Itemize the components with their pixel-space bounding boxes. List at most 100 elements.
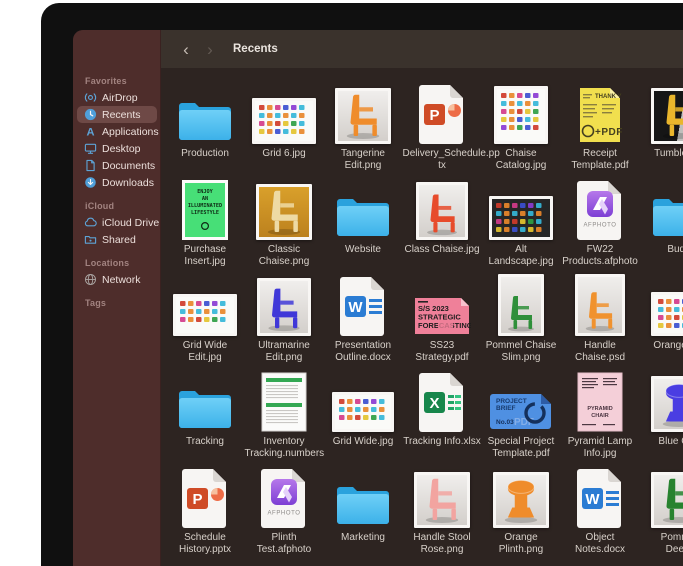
file-item-orange-hig[interactable]: Orange Hig [640,272,683,352]
back-button[interactable]: ‹ [177,41,195,58]
file-thumbnail-chair [651,464,683,528]
svg-text:P: P [192,491,202,508]
file-item-website[interactable]: Website [324,176,403,256]
file-thumbnail-chair [335,80,391,144]
sidebar-item-documents[interactable]: Documents [77,157,157,174]
file-item-marketing[interactable]: Marketing [324,464,403,544]
file-item-grid-6-jpg[interactable]: Grid 6.jpg [245,80,324,160]
file-label: Receipt Template.pdf [561,148,640,171]
sidebar-item-shared[interactable]: Shared [77,231,157,248]
file-item-budg[interactable]: Budg [640,176,683,256]
file-item-ss23-strategy-pdf[interactable]: S/S 2023 STRATEGIC FORECASTING SS23 Stra… [403,272,482,363]
forward-button[interactable]: › [201,41,219,58]
file-thumbnail-collage [332,368,394,432]
svg-text:P: P [429,107,439,124]
file-thumbnail-pinkpdf: S/S 2023 STRATEGIC FORECASTING [413,272,471,336]
file-item-classic-chaise-png[interactable]: Classic Chaise.png [245,176,324,267]
file-item-handle-stool[interactable]: Handle Stool Rose.png [403,464,482,555]
svg-text:LIFESTYLE: LIFESTYLE [191,210,219,216]
svg-text:AFPHOTO: AFPHOTO [583,223,616,229]
file-label: SS23 Strategy.pdf [403,340,482,363]
file-label: Grid Wide Edit.jpg [166,340,245,363]
shared-icon [84,233,97,246]
file-label: Delivery_Schedule.pp tx [403,148,482,171]
file-thumbnail-collage [252,80,316,144]
svg-text:BRIEF: BRIEF [496,405,516,412]
file-item-schedule-history-pptx[interactable]: P Schedule History.pptx [166,464,245,555]
file-item-purchase-insert-jpg[interactable]: ENJOY AN ILLUMINATED LIFESTYLE Purchase … [166,176,245,267]
svg-text:ENJOY: ENJOY [197,189,213,195]
file-thumbnail-docx: W [338,272,388,336]
file-label: FW22 Products.afphoto [562,244,638,267]
file-item-ultramarine-edit-png[interactable]: Ultramarine Edit.png [245,272,324,363]
sidebar-item-recents[interactable]: Recents [77,106,157,123]
sidebar-section-header-favorites: Favorites [73,66,161,89]
file-label: Handle Chaise.psd [561,340,640,363]
file-thumbnail-chair [414,464,470,528]
downloads-icon [84,176,97,189]
file-item-tumble-mo[interactable]: Tumble Mo [640,80,683,160]
file-label: Pyramid Lamp Info.jpg [561,436,640,459]
svg-text:CHAIR: CHAIR [591,413,608,419]
toolbar: ‹ › Recents [161,30,683,68]
file-item-grid-wide-edit-jpg[interactable]: Grid Wide Edit.jpg [166,272,245,363]
sidebar-item-applications[interactable]: AApplications [77,123,157,140]
file-item-receipt-template-pdf[interactable]: THANK Y +PDFReceipt Template.pdf [561,80,640,171]
applications-icon: A [84,125,97,138]
file-thumbnail-chair [651,80,683,144]
file-thumbnail-collage [173,272,237,336]
svg-text:THANK Y: THANK Y [595,94,622,100]
page-title: Recents [233,43,278,55]
sidebar-item-network[interactable]: Network [77,271,157,288]
file-label: Orange Hig [653,340,683,352]
file-item-handle-chaise-psd[interactable]: Handle Chaise.psd [561,272,640,363]
file-label: Tracking Info.xlsx [403,436,480,448]
file-item-object-notes-docx[interactable]: W Object Notes.docx [561,464,640,555]
sidebar-item-label: iCloud Drive [102,217,159,229]
file-item-tracking-info-xlsx[interactable]: X Tracking Info.xlsx [403,368,482,448]
file-item-delivery-schedule-pp[interactable]: P Delivery_Schedule.pp tx [403,80,482,171]
svg-text:No.03: No.03 [496,419,514,426]
file-item-presentation[interactable]: W Presentation Outline.docx [324,272,403,363]
file-item-plinth-test-afphoto[interactable]: AFPHOTOPlinth Test.afphoto [245,464,324,555]
file-item-pommel-chaise[interactable]: Pommel Chaise Slim.png [482,272,561,363]
file-item-inventory[interactable]: Inventory Tracking.numbers [245,368,324,459]
file-thumbnail-chair [575,272,625,336]
file-item-orange-plinth-png[interactable]: Orange Plinth.png [482,464,561,555]
file-item-production[interactable]: Production [166,80,245,160]
folder-icon [176,80,234,144]
file-label: Schedule History.pptx [166,532,245,555]
file-label: Purchase Insert.jpg [166,244,245,267]
sidebar-item-label: Documents [102,160,155,172]
file-item-blue-cha[interactable]: Blue Cha [640,368,683,448]
file-label: Object Notes.docx [561,532,640,555]
file-label: Handle Stool Rose.png [413,532,470,555]
folder-icon [650,176,683,240]
file-item-chaise-catalog-jpg[interactable]: Chaise Catalog.jpg [482,80,561,171]
sidebar-section-header-icloud: iCloud [73,191,161,214]
file-item-tangerine-edit-png[interactable]: Tangerine Edit.png [324,80,403,171]
file-thumbnail-plinth [493,464,549,528]
file-label: Orange Plinth.png [482,532,561,555]
file-item-grid-wide-jpg[interactable]: Grid Wide.jpg [324,368,403,448]
file-item-fw22[interactable]: AFPHOTO FW22 Products.afphoto [561,176,640,267]
svg-text:AFPHOTO: AFPHOTO [267,511,300,517]
file-item-class-chaise-jpg[interactable]: Class Chaise.jpg [403,176,482,256]
file-label: Ultramarine Edit.png [245,340,324,363]
sidebar-section-header-locations: Locations [73,248,161,271]
sidebar-item-airdrop[interactable]: AirDrop [77,89,157,106]
file-thumbnail-afphoto: AFPHOTO [575,176,625,240]
file-label: Grid Wide.jpg [333,436,394,448]
sidebar-item-label: Network [102,274,141,286]
file-thumbnail-chair [257,272,311,336]
sidebar-item-icloud-drive[interactable]: iCloud Drive [77,214,157,231]
file-item-special-project[interactable]: PROJECT BRIEF No.03 PDF Special Project … [482,368,561,459]
file-item-pommel[interactable]: Pommel Deep. [640,464,683,555]
network-icon [84,273,97,286]
sidebar-item-downloads[interactable]: Downloads [77,174,157,191]
file-item-pyramid-lamp-info-jpg[interactable]: PYRAMID CHAIRPyramid Lamp Info.jpg [561,368,640,459]
file-item-tracking[interactable]: Tracking [166,368,245,448]
file-item-alt-landscape-jpg[interactable]: Alt Landscape.jpg [482,176,561,267]
sidebar-item-desktop[interactable]: Desktop [77,140,157,157]
finder-window: FavoritesAirDropRecentsAApplicationsDesk… [73,30,683,566]
